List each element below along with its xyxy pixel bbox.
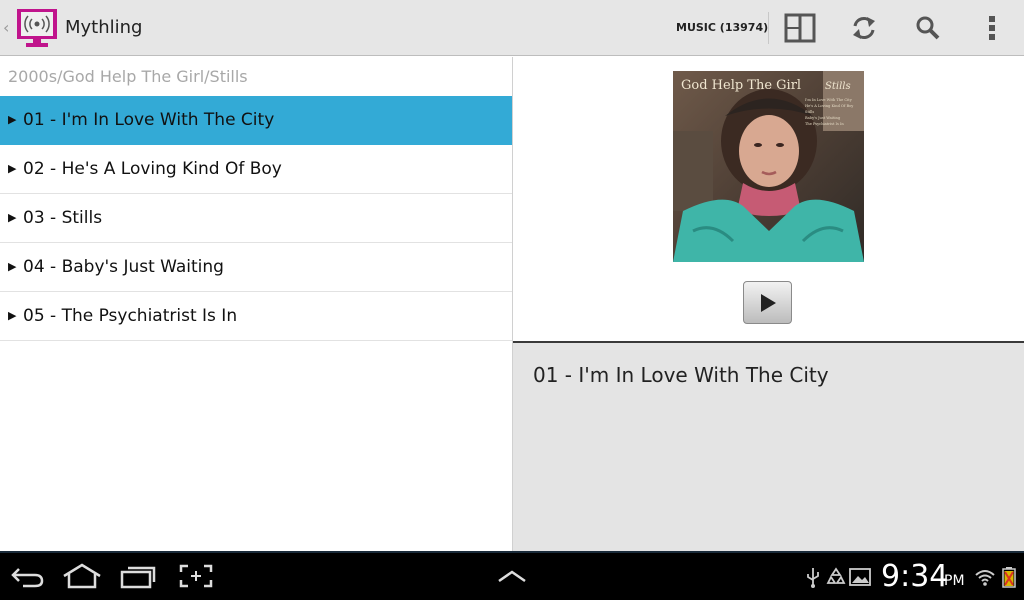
- split-view-button[interactable]: [778, 8, 822, 48]
- track-item-03[interactable]: ▶ 03 - Stills: [0, 194, 512, 243]
- album-detail-pane: God Help The Girl Stills I'm In Love Wit…: [513, 57, 1024, 341]
- play-arrow-icon: ▶: [8, 309, 17, 322]
- nav-bar-top-edge: [0, 551, 1024, 553]
- track-label: 03 - Stills: [23, 208, 103, 228]
- status-ampm: PM: [944, 573, 965, 589]
- cover-track-1: I'm In Love With The City: [805, 98, 853, 102]
- breadcrumb[interactable]: 2000s/God Help The Girl/Stills: [8, 67, 248, 86]
- search-button[interactable]: [906, 8, 950, 48]
- track-label: 02 - He's A Loving Kind Of Boy: [23, 159, 282, 179]
- screenshot-button[interactable]: [176, 561, 216, 591]
- recent-apps-button[interactable]: [118, 561, 158, 591]
- play-arrow-icon: ▶: [8, 260, 17, 273]
- track-list: ▶ 01 - I'm In Love With The City ▶ 02 - …: [0, 96, 512, 341]
- app-title[interactable]: Mythling: [65, 17, 142, 38]
- wifi-icon: [974, 566, 996, 588]
- play-arrow-icon: ▶: [8, 162, 17, 175]
- track-item-01[interactable]: ▶ 01 - I'm In Love With The City: [0, 96, 512, 145]
- recent-apps-icon: [120, 566, 156, 589]
- system-nav-bar: 9:34 PM: [0, 551, 1024, 600]
- action-bar: ‹ Mythling MUSIC (13974): [0, 0, 1024, 56]
- up-caret-icon[interactable]: ‹: [3, 18, 9, 37]
- album-cover-image: God Help The Girl Stills I'm In Love Wit…: [673, 71, 864, 262]
- expand-up-button[interactable]: [492, 561, 532, 591]
- recycle-icon: [825, 566, 847, 588]
- now-playing-panel: 01 - I'm In Love With The City: [513, 343, 1024, 551]
- cover-track-2: He's A Loving Kind Of Boy: [805, 104, 854, 108]
- cover-album: Stills: [825, 81, 851, 92]
- refresh-icon: [853, 17, 875, 39]
- play-icon: [760, 293, 776, 312]
- screen: ‹ Mythling MUSIC (13974) 2000s/God Help …: [0, 0, 1024, 600]
- status-clock: 9:34: [881, 559, 949, 594]
- back-button[interactable]: [7, 561, 47, 591]
- track-label: 05 - The Psychiatrist Is In: [23, 306, 238, 326]
- overflow-menu-button[interactable]: [970, 8, 1014, 48]
- play-arrow-icon: ▶: [8, 113, 17, 126]
- usb-icon: [802, 566, 824, 588]
- cover-track-3: Stills: [805, 110, 814, 114]
- track-label: 01 - I'm In Love With The City: [23, 110, 275, 130]
- track-item-02[interactable]: ▶ 02 - He's A Loving Kind Of Boy: [0, 145, 512, 194]
- music-count-label[interactable]: MUSIC (13974): [676, 21, 768, 34]
- cover-title: God Help The Girl: [681, 78, 801, 93]
- cover-track-5: The Psychiatrist Is In: [805, 122, 844, 126]
- back-icon: [11, 568, 44, 588]
- cover-track-4: Baby's Just Waiting: [805, 116, 841, 120]
- chevron-up-icon: [498, 570, 526, 583]
- track-label: 04 - Baby's Just Waiting: [23, 257, 224, 277]
- action-separator: [768, 12, 769, 44]
- overflow-menu-icon: [989, 16, 995, 40]
- play-button[interactable]: [743, 281, 792, 324]
- home-icon: [63, 563, 101, 589]
- track-item-04[interactable]: ▶ 04 - Baby's Just Waiting: [0, 243, 512, 292]
- screenshot-icon: [179, 564, 213, 588]
- split-view-icon: [784, 13, 816, 43]
- refresh-button[interactable]: [842, 8, 886, 48]
- track-item-05[interactable]: ▶ 05 - The Psychiatrist Is In: [0, 292, 512, 341]
- search-icon: [916, 16, 940, 40]
- app-logo-icon[interactable]: [15, 7, 59, 49]
- battery-icon: [998, 566, 1020, 588]
- home-button[interactable]: [62, 561, 102, 591]
- now-playing-title: 01 - I'm In Love With The City: [533, 363, 829, 387]
- track-list-pane: 2000s/God Help The Girl/Stills ▶ 01 - I'…: [0, 57, 512, 551]
- play-arrow-icon: ▶: [8, 211, 17, 224]
- image-notification-icon: [849, 566, 871, 588]
